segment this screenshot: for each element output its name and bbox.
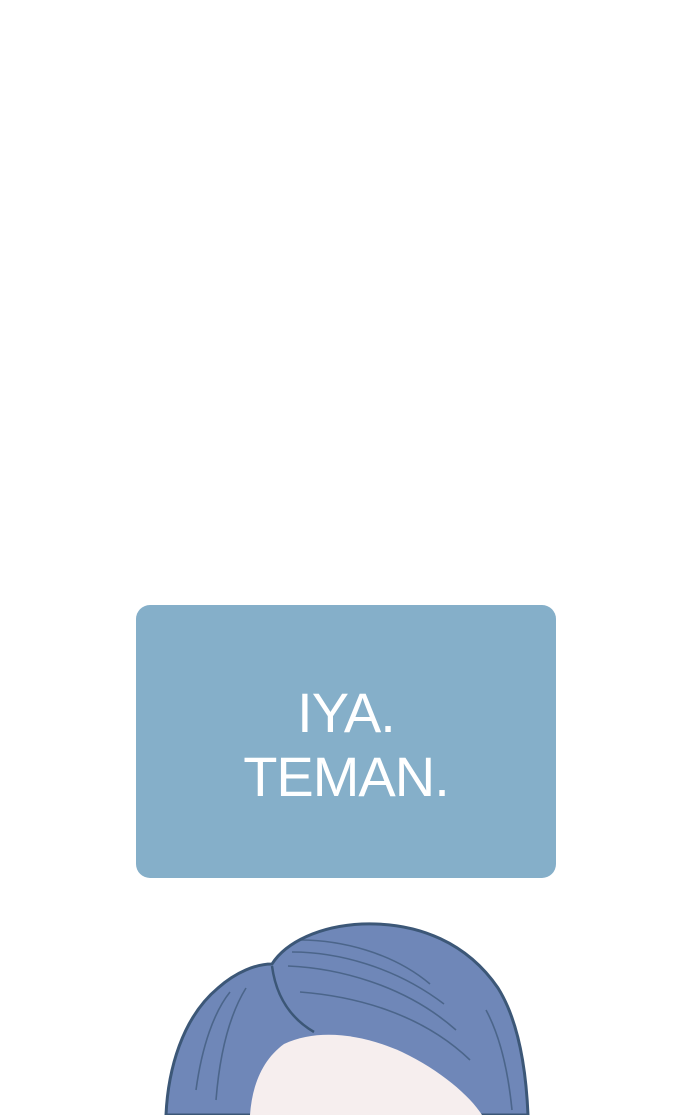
caption-box: IYA. TEMAN. bbox=[136, 605, 556, 878]
caption-line-2: TEMAN. bbox=[243, 744, 450, 808]
character-illustration bbox=[0, 900, 700, 1115]
character-head-drawing bbox=[164, 922, 530, 1115]
comic-panel: IYA. TEMAN. bbox=[0, 0, 700, 1115]
caption-line-1: IYA. bbox=[297, 680, 396, 744]
